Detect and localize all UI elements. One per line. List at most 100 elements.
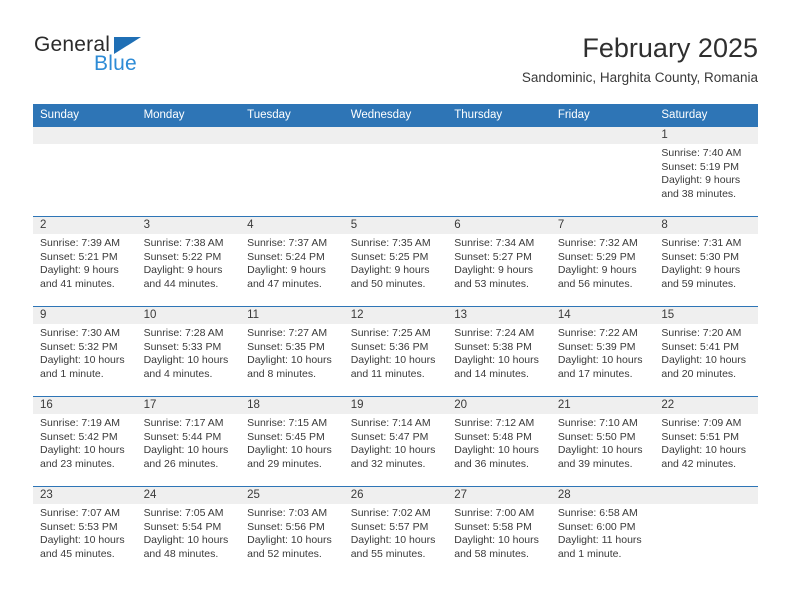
day-number-band [343, 127, 448, 144]
calendar-day-cell[interactable]: 27 Sunrise: 7:00 AM Sunset: 5:58 PM Dayligh… [447, 486, 551, 576]
day-number: 17 [136, 397, 241, 414]
calendar-day-cell[interactable]: 5 Sunrise: 7:35 AM Sunset: 5:25 PM Daylight… [343, 216, 448, 307]
day-number-band [33, 127, 137, 144]
day-details: Sunrise: 7:09 AM Sunset: 5:51 PM Daylight:… [654, 414, 758, 471]
location-subtitle: Sandominic, Harghita County, Romania [521, 70, 758, 85]
calendar-day-cell[interactable]: 10 Sunrise: 7:28 AM Sunset: 5:33 PM Dayligh… [136, 306, 241, 397]
daylight-text: Daylight: 9 hours and 50 minutes. [350, 264, 430, 290]
sunrise-text: Sunrise: 7:09 AM [661, 417, 742, 429]
calendar-day-cell[interactable]: 28 Sunrise: 6:58 AM Sunset: 6:00 PM Dayligh… [550, 486, 655, 576]
daylight-text: Daylight: 9 hours and 44 minutes. [143, 264, 223, 290]
weekday-header-friday: Friday [550, 104, 655, 127]
brand-name-blue: Blue [94, 52, 137, 75]
day-number: 11 [240, 307, 344, 324]
sunset-text: Sunset: 5:27 PM [454, 250, 532, 263]
day-number: 27 [447, 487, 551, 504]
day-details: Sunrise: 7:25 AM Sunset: 5:36 PM Daylight:… [344, 324, 448, 381]
daylight-text: Daylight: 9 hours and 38 minutes. [661, 174, 741, 200]
sunset-text: Sunset: 5:41 PM [661, 340, 740, 353]
day-number: 20 [447, 397, 551, 414]
calendar-day-cell[interactable]: 20 Sunrise: 7:12 AM Sunset: 5:48 PM Dayligh… [447, 396, 551, 487]
calendar-day-cell[interactable]: 1 Sunrise: 7:40 AM Sunset: 5:19 PM Daylight… [654, 126, 758, 217]
sunset-text: Sunset: 5:25 PM [350, 250, 429, 263]
calendar-day-cell-empty [343, 126, 448, 217]
calendar-day-cell[interactable]: 17 Sunrise: 7:17 AM Sunset: 5:44 PM Dayligh… [136, 396, 241, 487]
sunrise-text: Sunrise: 7:00 AM [454, 507, 535, 519]
day-details: Sunrise: 7:34 AM Sunset: 5:27 PM Daylight:… [447, 234, 551, 291]
calendar-day-cell[interactable]: 6 Sunrise: 7:34 AM Sunset: 5:27 PM Daylight… [447, 216, 551, 307]
calendar-day-cell[interactable]: 12 Sunrise: 7:25 AM Sunset: 5:36 PM Dayligh… [343, 306, 448, 397]
weekday-header-monday: Monday [136, 104, 241, 127]
daylight-text: Daylight: 10 hours and 26 minutes. [143, 444, 229, 470]
calendar-day-cell[interactable]: 23 Sunrise: 7:07 AM Sunset: 5:53 PM Dayligh… [33, 486, 137, 576]
calendar-day-cell[interactable]: 4 Sunrise: 7:37 AM Sunset: 5:24 PM Daylight… [240, 216, 344, 307]
day-number: 3 [136, 217, 241, 234]
brand-name-general: General [34, 33, 111, 56]
calendar-day-cell[interactable]: 13 Sunrise: 7:24 AM Sunset: 5:38 PM Dayligh… [447, 306, 551, 397]
day-details: Sunrise: 7:15 AM Sunset: 5:45 PM Daylight:… [240, 414, 344, 471]
daylight-text: Daylight: 9 hours and 59 minutes. [661, 264, 741, 290]
day-details: Sunrise: 7:28 AM Sunset: 5:33 PM Daylight:… [137, 324, 241, 381]
weekday-headers: Sunday Monday Tuesday Wednesday Thursday Frid… [33, 104, 758, 127]
daylight-text: Daylight: 10 hours and 11 minutes. [350, 354, 436, 380]
daylight-text: Daylight: 10 hours and 29 minutes. [247, 444, 332, 470]
calendar-day-cell[interactable]: 21 Sunrise: 7:10 AM Sunset: 5:50 PM Dayligh… [550, 396, 655, 487]
calendar-day-cell[interactable]: 26 Sunrise: 7:02 AM Sunset: 5:57 PM Dayligh… [343, 486, 448, 576]
daylight-text: Daylight: 10 hours and 45 minutes. [40, 534, 125, 560]
sunrise-text: Sunrise: 7:28 AM [143, 327, 224, 339]
sunrise-text: Sunrise: 7:07 AM [40, 507, 120, 519]
sunrise-text: Sunrise: 7:38 AM [143, 237, 224, 249]
daylight-text: Daylight: 10 hours and 42 minutes. [661, 444, 747, 470]
sunrise-text: Sunrise: 7:02 AM [350, 507, 431, 519]
calendar-day-cell-empty [33, 126, 137, 217]
daylight-text: Daylight: 10 hours and 4 minutes. [143, 354, 229, 380]
calendar-day-cell[interactable]: 16 Sunrise: 7:19 AM Sunset: 5:42 PM Dayligh… [33, 396, 137, 487]
weekday-header-sunday: Sunday [33, 104, 137, 127]
sunset-text: Sunset: 5:30 PM [661, 250, 740, 263]
day-number: 15 [654, 307, 758, 324]
brand-logo[interactable]: General Blue [34, 33, 254, 75]
daylight-text: Daylight: 10 hours and 20 minutes. [661, 354, 747, 380]
daylight-text: Daylight: 10 hours and 8 minutes. [247, 354, 332, 380]
day-details: Sunrise: 7:30 AM Sunset: 5:32 PM Daylight:… [33, 324, 137, 381]
calendar-page: General Blue February 2025 Sandominic, H… [0, 0, 792, 612]
daylight-text: Daylight: 10 hours and 23 minutes. [40, 444, 125, 470]
calendar-day-cell[interactable]: 2 Sunrise: 7:39 AM Sunset: 5:21 PM Daylight… [33, 216, 137, 307]
calendar-day-cell[interactable]: 22 Sunrise: 7:09 AM Sunset: 5:51 PM Dayligh… [654, 396, 758, 487]
sunset-text: Sunset: 5:45 PM [247, 430, 325, 443]
sunset-text: Sunset: 5:32 PM [40, 340, 118, 353]
calendar-day-cell[interactable]: 18 Sunrise: 7:15 AM Sunset: 5:45 PM Dayligh… [240, 396, 344, 487]
sunrise-text: Sunrise: 7:12 AM [454, 417, 535, 429]
calendar-day-cell[interactable]: 15 Sunrise: 7:20 AM Sunset: 5:41 PM Dayligh… [654, 306, 758, 397]
sunset-text: Sunset: 5:38 PM [454, 340, 532, 353]
sunset-text: Sunset: 5:56 PM [247, 520, 325, 533]
calendar-day-cell[interactable]: 3 Sunrise: 7:38 AM Sunset: 5:22 PM Daylight… [136, 216, 241, 307]
day-number: 13 [447, 307, 551, 324]
sunset-text: Sunset: 5:57 PM [350, 520, 429, 533]
sunrise-text: Sunrise: 7:03 AM [247, 507, 328, 519]
calendar-day-cell[interactable]: 7 Sunrise: 7:32 AM Sunset: 5:29 PM Daylight… [550, 216, 655, 307]
sunrise-text: Sunrise: 7:35 AM [350, 237, 431, 249]
sunset-text: Sunset: 5:33 PM [143, 340, 222, 353]
calendar-week-row: 23 Sunrise: 7:07 AM Sunset: 5:53 PM Dayligh… [33, 486, 758, 576]
day-details: Sunrise: 7:37 AM Sunset: 5:24 PM Daylight:… [240, 234, 344, 291]
calendar-day-cell[interactable]: 14 Sunrise: 7:22 AM Sunset: 5:39 PM Dayligh… [550, 306, 655, 397]
calendar-day-cell[interactable]: 19 Sunrise: 7:14 AM Sunset: 5:47 PM Dayligh… [343, 396, 448, 487]
sunset-text: Sunset: 5:58 PM [454, 520, 532, 533]
calendar-day-cell[interactable]: 24 Sunrise: 7:05 AM Sunset: 5:54 PM Dayligh… [136, 486, 241, 576]
sunset-text: Sunset: 5:47 PM [350, 430, 429, 443]
sunrise-text: Sunrise: 7:05 AM [143, 507, 224, 519]
day-number: 10 [136, 307, 241, 324]
calendar-day-cell[interactable]: 9 Sunrise: 7:30 AM Sunset: 5:32 PM Daylight… [33, 306, 137, 397]
sunrise-text: Sunrise: 7:31 AM [661, 237, 742, 249]
sunset-text: Sunset: 5:21 PM [40, 250, 118, 263]
day-details: Sunrise: 7:35 AM Sunset: 5:25 PM Daylight:… [344, 234, 448, 291]
calendar-day-cell[interactable]: 11 Sunrise: 7:27 AM Sunset: 5:35 PM Dayligh… [240, 306, 344, 397]
sunrise-text: Sunrise: 7:30 AM [40, 327, 120, 339]
weekday-header-tuesday: Tuesday [240, 104, 344, 127]
day-details: Sunrise: 7:40 AM Sunset: 5:19 PM Daylight:… [654, 144, 758, 201]
calendar-day-cell[interactable]: 25 Sunrise: 7:03 AM Sunset: 5:56 PM Dayligh… [240, 486, 344, 576]
calendar-day-cell[interactable]: 8 Sunrise: 7:31 AM Sunset: 5:30 PM Daylight… [654, 216, 758, 307]
sunrise-text: Sunrise: 7:32 AM [557, 237, 638, 249]
sunset-text: Sunset: 5:48 PM [454, 430, 532, 443]
